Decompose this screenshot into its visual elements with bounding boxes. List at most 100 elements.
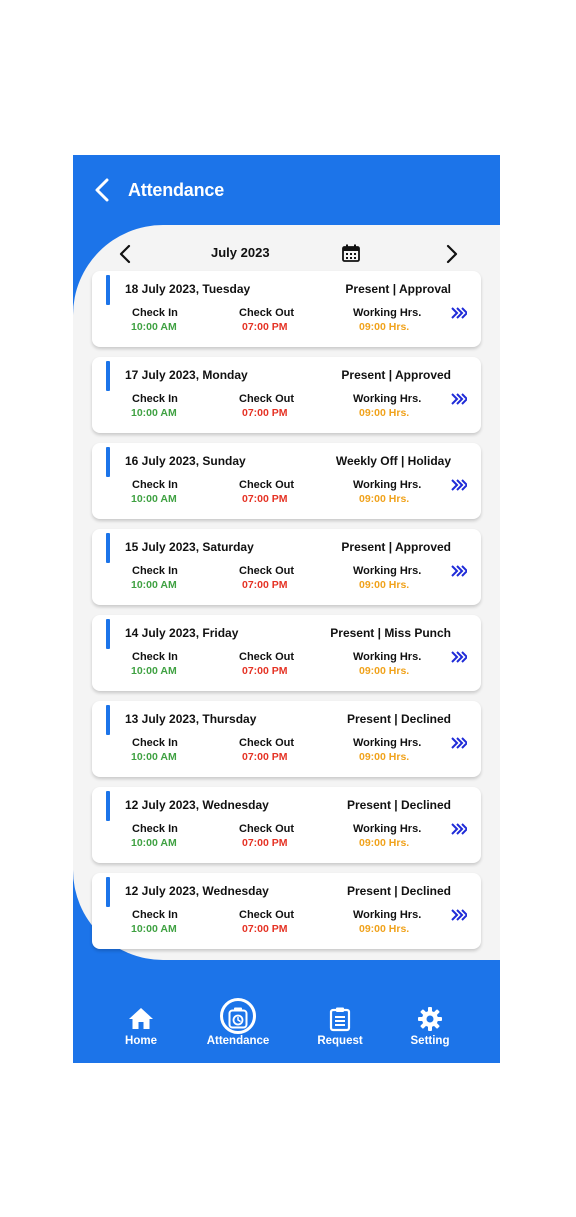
page-title: Attendance: [128, 180, 225, 200]
double-chevron-right-icon[interactable]: [451, 565, 467, 577]
next-month-icon[interactable]: [440, 243, 462, 265]
working-hours-label: Working Hrs.: [353, 737, 422, 749]
check-in-label: Check In: [132, 479, 178, 491]
card-date: 17 July 2023, Monday: [125, 368, 248, 382]
working-hours-value: 09:00 Hrs.: [359, 407, 410, 419]
nav-item-setting[interactable]: Setting: [385, 960, 475, 1063]
card-status: Present | Approval: [345, 282, 451, 296]
attendance-card[interactable]: 12 July 2023, Wednesday Present | Declin…: [92, 787, 481, 863]
double-chevron-right-icon[interactable]: [451, 393, 467, 405]
check-in-label: Check In: [132, 909, 178, 921]
check-in-label: Check In: [132, 307, 178, 319]
card-status: Present | Declined: [346, 884, 451, 898]
month-label: July 2023: [211, 245, 270, 260]
double-chevron-right-icon[interactable]: [451, 737, 467, 749]
card-date: 12 July 2023, Wednesday: [125, 884, 269, 898]
check-in-label: Check In: [132, 393, 178, 405]
working-hours-label: Working Hrs.: [353, 393, 422, 405]
attendance-card[interactable]: 14 July 2023, Friday Present | Miss Punc…: [92, 615, 481, 691]
check-out-label: Check Out: [239, 565, 295, 577]
check-in-time: 10:00 AM: [131, 751, 177, 763]
card-accent-bar: [106, 619, 110, 649]
nav-item-home[interactable]: Home: [96, 960, 186, 1063]
check-out-time: 07:00 PM: [242, 665, 288, 677]
attendance-card[interactable]: 15 July 2023, Saturday Present | Approve…: [92, 529, 481, 605]
card-date: 14 July 2023, Friday: [125, 626, 239, 640]
working-hours-value: 09:00 Hrs.: [359, 837, 410, 849]
double-chevron-right-icon[interactable]: [451, 651, 467, 663]
attendance-card[interactable]: 18 July 2023, Tuesday Present | Approval…: [92, 271, 481, 347]
working-hours-value: 09:00 Hrs.: [359, 321, 410, 333]
app-screen: Attendance July 2023 18 July 2023, Tuesd…: [73, 155, 500, 1063]
card-date: 12 July 2023, Wednesday: [125, 798, 269, 812]
attendance-card[interactable]: 13 July 2023, Thursday Present | Decline…: [92, 701, 481, 777]
header: Attendance: [73, 155, 500, 225]
working-hours-label: Working Hrs.: [353, 307, 422, 319]
gear-icon: [418, 1007, 442, 1031]
check-out-time: 07:00 PM: [242, 837, 288, 849]
check-out-label: Check Out: [239, 651, 295, 663]
card-status: Present | Approved: [341, 368, 451, 382]
working-hours-value: 09:00 Hrs.: [359, 579, 410, 591]
double-chevron-right-icon[interactable]: [451, 823, 467, 835]
card-date: 15 July 2023, Saturday: [125, 540, 254, 554]
card-date: 13 July 2023, Thursday: [125, 712, 257, 726]
check-out-time: 07:00 PM: [242, 321, 288, 333]
back-arrow-icon[interactable]: [91, 177, 115, 203]
double-chevron-right-icon[interactable]: [451, 307, 467, 319]
check-in-time: 10:00 AM: [131, 923, 177, 935]
clipboard-icon: [329, 1007, 351, 1032]
nav-label-setting: Setting: [410, 1035, 450, 1047]
double-chevron-right-icon[interactable]: [451, 909, 467, 921]
check-out-label: Check Out: [239, 737, 295, 749]
card-accent-bar: [106, 361, 110, 391]
check-out-label: Check Out: [239, 479, 295, 491]
check-out-time: 07:00 PM: [242, 923, 288, 935]
card-status: Present | Declined: [346, 798, 451, 812]
check-out-time: 07:00 PM: [242, 493, 288, 505]
working-hours-value: 09:00 Hrs.: [359, 751, 410, 763]
card-accent-bar: [106, 533, 110, 563]
card-status: Weekly Off | Holiday: [335, 454, 451, 468]
attendance-card[interactable]: 12 July 2023, Wednesday Present | Declin…: [92, 873, 481, 949]
card-accent-bar: [106, 705, 110, 735]
attendance-card[interactable]: 16 July 2023, Sunday Weekly Off | Holida…: [92, 443, 481, 519]
check-in-time: 10:00 AM: [131, 493, 177, 505]
working-hours-label: Working Hrs.: [353, 651, 422, 663]
nav-label-request: Request: [317, 1035, 363, 1047]
attendance-card[interactable]: 17 July 2023, Monday Present | Approved …: [92, 357, 481, 433]
previous-month-icon[interactable]: [115, 243, 137, 265]
nav-item-request[interactable]: Request: [295, 960, 385, 1063]
check-in-time: 10:00 AM: [131, 837, 177, 849]
card-accent-bar: [106, 275, 110, 305]
card-accent-bar: [106, 877, 110, 907]
check-out-time: 07:00 PM: [242, 751, 288, 763]
home-icon: [129, 1008, 153, 1029]
check-in-time: 10:00 AM: [131, 665, 177, 677]
check-out-time: 07:00 PM: [242, 407, 288, 419]
nav-item-attendance[interactable]: Attendance: [193, 960, 283, 1063]
calendar-icon[interactable]: [341, 243, 361, 263]
working-hours-value: 09:00 Hrs.: [359, 665, 410, 677]
check-out-label: Check Out: [239, 393, 295, 405]
check-in-label: Check In: [132, 823, 178, 835]
card-status: Present | Miss Punch: [330, 626, 451, 640]
check-in-time: 10:00 AM: [131, 407, 177, 419]
card-accent-bar: [106, 447, 110, 477]
card-status: Present | Declined: [346, 712, 451, 726]
card-date: 18 July 2023, Tuesday: [125, 282, 251, 296]
card-status: Present | Approved: [341, 540, 451, 554]
working-hours-label: Working Hrs.: [353, 909, 422, 921]
check-out-time: 07:00 PM: [242, 579, 288, 591]
check-in-time: 10:00 AM: [131, 579, 177, 591]
double-chevron-right-icon[interactable]: [451, 479, 467, 491]
check-in-time: 10:00 AM: [131, 321, 177, 333]
attendance-clock-icon: [228, 1007, 248, 1029]
month-selector: July 2023: [73, 241, 500, 267]
nav-label-home: Home: [125, 1035, 157, 1047]
attendance-panel: July 2023 18 July 2023, Tuesday Present …: [73, 225, 500, 960]
check-out-label: Check Out: [239, 909, 295, 921]
check-in-label: Check In: [132, 651, 178, 663]
check-out-label: Check Out: [239, 307, 295, 319]
attendance-list: 18 July 2023, Tuesday Present | Approval…: [92, 271, 481, 959]
